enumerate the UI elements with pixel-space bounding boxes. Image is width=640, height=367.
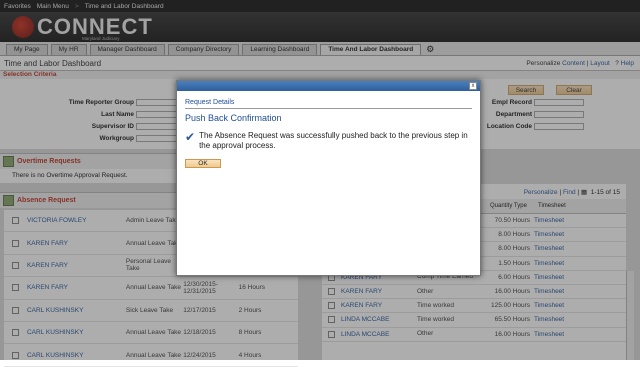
dialog-titlebar[interactable]: x <box>177 81 480 91</box>
confirmation-text: The Absence Request was successfully pus… <box>199 131 468 150</box>
ok-button[interactable]: OK <box>185 159 221 168</box>
dialog-header: Request Details <box>185 99 472 109</box>
dialog-title: Push Back Confirmation <box>185 113 282 123</box>
dialog-body: Request Details Push Back Confirmation ✔… <box>177 91 480 176</box>
close-icon[interactable]: x <box>469 82 477 90</box>
checkmark-icon: ✔ <box>185 130 196 144</box>
push-back-dialog: x Request Details Push Back Confirmation… <box>176 80 481 276</box>
confirmation-message: ✔ The Absence Request was successfully p… <box>185 131 472 151</box>
